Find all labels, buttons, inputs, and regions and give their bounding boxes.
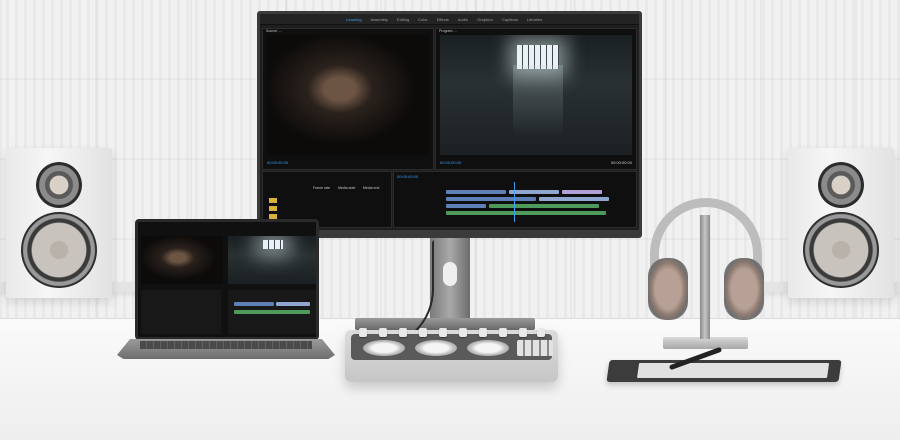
laptop-program-viewer [228, 236, 316, 284]
right-woofer [803, 212, 879, 288]
knob[interactable] [399, 328, 407, 337]
trackball-dial[interactable] [363, 340, 405, 356]
tab-audio[interactable]: Audio [458, 17, 468, 22]
laptop-keyboard [140, 341, 312, 349]
tab-libraries[interactable]: Libraries [527, 17, 542, 22]
source-viewer [267, 35, 429, 155]
program-timecode-left: 00:00:00:00 [440, 160, 462, 165]
studio-scene: Learning Assembly Editing Color Effects … [0, 0, 900, 440]
left-ear-cup [648, 258, 688, 320]
video-editor-app: Learning Assembly Editing Color Effects … [260, 14, 639, 230]
video-clip[interactable] [234, 302, 274, 306]
tab-graphics[interactable]: Graphics [477, 17, 493, 22]
right-speaker [788, 148, 894, 298]
source-panel-title: Source: ... [266, 29, 282, 33]
video-clip[interactable] [562, 190, 602, 194]
knob[interactable] [439, 328, 447, 337]
audio-clip[interactable] [234, 310, 310, 314]
program-panel-title: Program: ... [439, 29, 458, 33]
tablet-active-area[interactable] [637, 363, 830, 378]
tab-captions[interactable]: Captions [502, 17, 518, 22]
tab-editing[interactable]: Editing [397, 17, 409, 22]
laptop-screen [135, 219, 319, 340]
monitor: Learning Assembly Editing Color Effects … [257, 11, 642, 238]
console-button-grid[interactable] [517, 340, 553, 356]
right-ear-cup [724, 258, 764, 320]
folder-icon[interactable] [269, 206, 277, 211]
video-clip[interactable] [509, 190, 559, 194]
video-clip[interactable] [446, 197, 536, 201]
knob[interactable] [379, 328, 387, 337]
video-clip[interactable] [446, 204, 486, 208]
right-tweeter [818, 162, 864, 208]
video-clip[interactable] [276, 302, 310, 306]
video-clip[interactable] [539, 197, 609, 201]
program-monitor-panel: Program: ... 00:00:00:00 00:00:00:00 [435, 28, 637, 170]
project-col-media-start: Media start [338, 186, 356, 190]
left-woofer [21, 212, 97, 288]
source-monitor-panel: Source: ... 00:00:00:00 [262, 28, 434, 170]
console-top-panel [351, 328, 553, 360]
laptop-source-viewer [141, 236, 223, 284]
program-timecode-right: 00:00:00:00 [610, 160, 632, 165]
left-tweeter [36, 162, 82, 208]
knob[interactable] [499, 328, 507, 337]
folder-icon[interactable] [269, 198, 277, 203]
stand-cable-hole [443, 262, 457, 286]
project-col-media-end: Media end [363, 186, 380, 190]
trackball-dial[interactable] [467, 340, 509, 356]
knob[interactable] [479, 328, 487, 337]
left-speaker [6, 148, 112, 298]
source-timecode: 00:00:00:00 [267, 160, 289, 165]
tab-assembly[interactable]: Assembly [371, 17, 388, 22]
trackball-dial[interactable] [415, 340, 457, 356]
light-beam [512, 65, 563, 137]
knob[interactable] [419, 328, 427, 337]
workspace-bar: Learning Assembly Editing Color Effects … [260, 14, 639, 25]
program-viewer [440, 35, 632, 155]
tab-effects[interactable]: Effects [437, 17, 449, 22]
pen-tablet [606, 360, 842, 382]
tab-learning[interactable]: Learning [346, 17, 362, 22]
timeline-timecode: 00:00:00:00 [397, 174, 419, 179]
video-clip[interactable] [446, 190, 506, 194]
editing-console [345, 328, 558, 382]
lit-window [263, 239, 283, 250]
knob[interactable] [537, 328, 545, 337]
playhead[interactable] [514, 182, 515, 222]
knob[interactable] [459, 328, 467, 337]
knob[interactable] [519, 328, 527, 337]
laptop-timeline [228, 290, 316, 334]
laptop-project-panel [141, 290, 221, 334]
audio-clip[interactable] [489, 204, 599, 208]
audio-clip[interactable] [446, 211, 606, 215]
knob[interactable] [359, 328, 367, 337]
tab-color[interactable]: Color [418, 17, 428, 22]
project-col-frame-rate: Frame rate [313, 186, 331, 190]
timeline-panel: 00:00:00:00 [393, 171, 637, 228]
